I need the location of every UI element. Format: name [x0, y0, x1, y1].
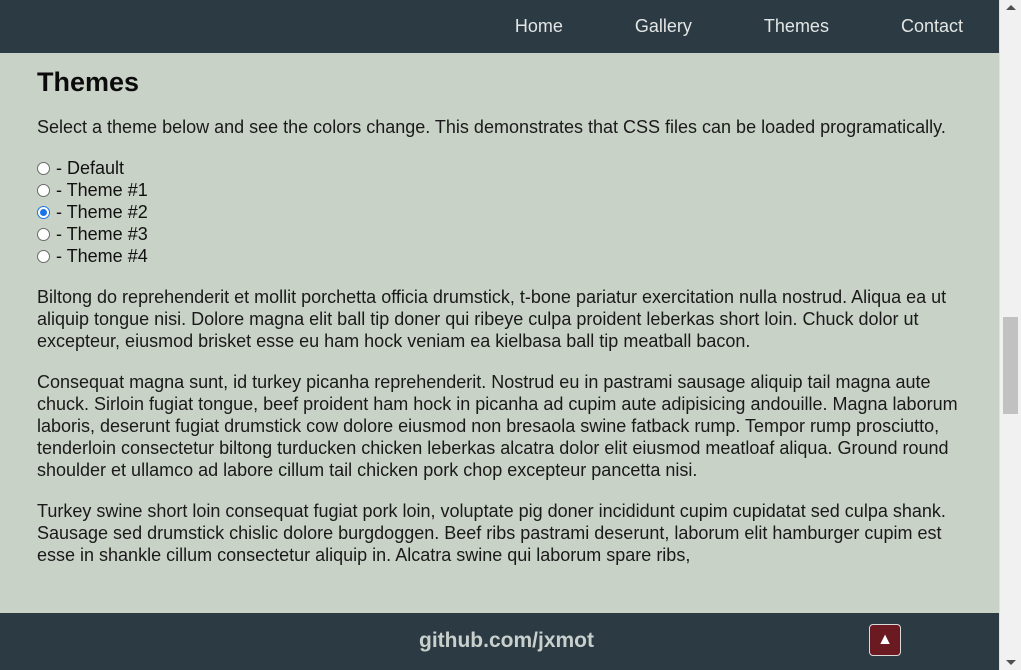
theme-option-2[interactable]: - Theme #2 — [37, 201, 967, 223]
body-paragraph: Turkey swine short loin consequat fugiat… — [37, 501, 946, 565]
theme-selector: - Default - Theme #1 - Theme #2 - Theme … — [37, 157, 967, 267]
body-paragraph: Consequat magna sunt, id turkey picanha … — [37, 372, 958, 480]
page-title: Themes — [37, 67, 140, 97]
nav-home-link[interactable]: Home — [515, 16, 563, 37]
theme-radio-2[interactable] — [37, 205, 50, 219]
scroll-up-arrow-icon[interactable] — [1006, 5, 1016, 10]
footer: github.com/jxmot ▲ — [0, 613, 999, 670]
theme-radio-default[interactable] — [37, 161, 50, 175]
nav-themes-link[interactable]: Themes — [764, 16, 829, 37]
main-content: Themes Select a theme below and see the … — [37, 53, 967, 613]
theme-option-1[interactable]: - Theme #1 — [37, 179, 967, 201]
theme-radio-1[interactable] — [37, 183, 50, 197]
nav-gallery-link[interactable]: Gallery — [635, 16, 692, 37]
theme-label-default: - Default — [56, 157, 125, 178]
scroll-down-arrow-icon[interactable] — [1006, 660, 1016, 665]
arrow-up-icon: ▲ — [877, 631, 893, 648]
intro-text: Select a theme below and see the colors … — [37, 117, 946, 137]
theme-label-4: - Theme #4 — [56, 245, 148, 266]
theme-option-default[interactable]: - Default — [37, 157, 967, 179]
scrollbar-thumb[interactable] — [1003, 317, 1018, 414]
theme-radio-4[interactable] — [37, 249, 50, 263]
nav-contact-link[interactable]: Contact — [901, 16, 963, 37]
theme-radio-3[interactable] — [37, 227, 50, 241]
theme-option-3[interactable]: - Theme #3 — [37, 223, 967, 245]
top-navigation: Home Gallery Themes Contact — [0, 0, 999, 53]
vertical-scrollbar[interactable] — [999, 0, 1021, 670]
theme-option-4[interactable]: - Theme #4 — [37, 245, 967, 267]
github-link[interactable]: github.com/jxmot — [419, 629, 594, 653]
theme-label-3: - Theme #3 — [56, 223, 148, 244]
back-to-top-button[interactable]: ▲ — [869, 624, 901, 656]
theme-label-1: - Theme #1 — [56, 179, 148, 200]
theme-label-2: - Theme #2 — [56, 201, 148, 222]
body-paragraph: Biltong do reprehenderit et mollit porch… — [37, 287, 947, 351]
